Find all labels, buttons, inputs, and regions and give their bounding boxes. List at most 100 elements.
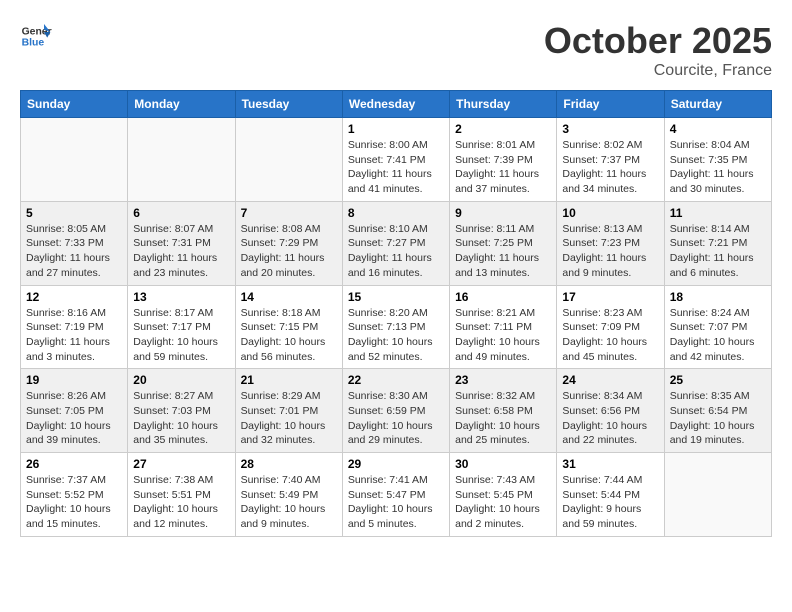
- table-row: [21, 118, 128, 202]
- day-number: 26: [26, 457, 122, 471]
- day-number: 5: [26, 206, 122, 220]
- day-info: Sunrise: 8:26 AM Sunset: 7:05 PM Dayligh…: [26, 389, 122, 448]
- calendar-week-row: 26 Sunrise: 7:37 AM Sunset: 5:52 PM Dayli…: [21, 453, 772, 537]
- day-info: Sunrise: 8:08 AM Sunset: 7:29 PM Dayligh…: [241, 222, 337, 281]
- table-row: 25 Sunrise: 8:35 AM Sunset: 6:54 PM Dayli…: [664, 369, 771, 453]
- day-info: Sunrise: 8:05 AM Sunset: 7:33 PM Dayligh…: [26, 222, 122, 281]
- table-row: 26 Sunrise: 7:37 AM Sunset: 5:52 PM Dayli…: [21, 453, 128, 537]
- day-number: 25: [670, 373, 766, 387]
- table-row: [128, 118, 235, 202]
- header-wednesday: Wednesday: [342, 91, 449, 118]
- page-header: General Blue October 2025 Courcite, Fran…: [20, 20, 772, 80]
- calendar-table: Sunday Monday Tuesday Wednesday Thursday…: [20, 90, 772, 537]
- day-info: Sunrise: 8:04 AM Sunset: 7:35 PM Dayligh…: [670, 138, 766, 197]
- day-info: Sunrise: 8:27 AM Sunset: 7:03 PM Dayligh…: [133, 389, 229, 448]
- table-row: 29Sunrise: 7:41 AM Sunset: 5:47 PM Dayli…: [342, 453, 449, 537]
- location: Courcite, France: [544, 62, 772, 80]
- table-row: 19 Sunrise: 8:26 AM Sunset: 7:05 PM Dayli…: [21, 369, 128, 453]
- header-saturday: Saturday: [664, 91, 771, 118]
- table-row: 11 Sunrise: 8:14 AM Sunset: 7:21 PM Dayli…: [664, 201, 771, 285]
- day-number: 19: [26, 373, 122, 387]
- day-info: Sunrise: 8:32 AM Sunset: 6:58 PM Dayligh…: [455, 389, 551, 448]
- day-info: Sunrise: 8:13 AM Sunset: 7:23 PM Dayligh…: [562, 222, 658, 281]
- day-number: 1: [348, 122, 444, 136]
- day-number: 3: [562, 122, 658, 136]
- day-info: Sunrise: 8:20 AM Sunset: 7:13 PM Dayligh…: [348, 306, 444, 365]
- table-row: 24 Sunrise: 8:34 AM Sunset: 6:56 PM Dayli…: [557, 369, 664, 453]
- day-number: 28: [241, 457, 337, 471]
- day-number: 15: [348, 290, 444, 304]
- day-info: Sunrise: 7:43 AM Sunset: 5:45 PM Dayligh…: [455, 473, 551, 532]
- day-number: 30: [455, 457, 551, 471]
- calendar-week-row: 12 Sunrise: 8:16 AM Sunset: 7:19 PM Dayli…: [21, 285, 772, 369]
- day-info: Sunrise: 8:10 AM Sunset: 7:27 PM Dayligh…: [348, 222, 444, 281]
- svg-text:Blue: Blue: [22, 38, 45, 49]
- day-info: Sunrise: 7:38 AM Sunset: 5:51 PM Dayligh…: [133, 473, 229, 532]
- table-row: 21 Sunrise: 8:29 AM Sunset: 7:01 PM Dayli…: [235, 369, 342, 453]
- day-info: Sunrise: 8:14 AM Sunset: 7:21 PM Dayligh…: [670, 222, 766, 281]
- day-info: Sunrise: 8:11 AM Sunset: 7:25 PM Dayligh…: [455, 222, 551, 281]
- table-row: 17 Sunrise: 8:23 AM Sunset: 7:09 PM Dayli…: [557, 285, 664, 369]
- day-info: Sunrise: 8:02 AM Sunset: 7:37 PM Dayligh…: [562, 138, 658, 197]
- header-monday: Monday: [128, 91, 235, 118]
- table-row: [664, 453, 771, 537]
- day-number: 16: [455, 290, 551, 304]
- table-row: [235, 118, 342, 202]
- header-thursday: Thursday: [450, 91, 557, 118]
- day-number: 22: [348, 373, 444, 387]
- header-friday: Friday: [557, 91, 664, 118]
- table-row: 28 Sunrise: 7:40 AM Sunset: 5:49 PM Dayli…: [235, 453, 342, 537]
- day-info: Sunrise: 8:35 AM Sunset: 6:54 PM Dayligh…: [670, 389, 766, 448]
- month-title: October 2025: [544, 20, 772, 62]
- day-number: 21: [241, 373, 337, 387]
- day-number: 31: [562, 457, 658, 471]
- day-number: 10: [562, 206, 658, 220]
- day-number: 23: [455, 373, 551, 387]
- day-number: 12: [26, 290, 122, 304]
- day-number: 6: [133, 206, 229, 220]
- table-row: 27 Sunrise: 7:38 AM Sunset: 5:51 PM Dayli…: [128, 453, 235, 537]
- day-info: Sunrise: 8:17 AM Sunset: 7:17 PM Dayligh…: [133, 306, 229, 365]
- day-number: 18: [670, 290, 766, 304]
- day-info: Sunrise: 8:23 AM Sunset: 7:09 PM Dayligh…: [562, 306, 658, 365]
- day-info: Sunrise: 8:21 AM Sunset: 7:11 PM Dayligh…: [455, 306, 551, 365]
- day-info: Sunrise: 8:30 AM Sunset: 6:59 PM Dayligh…: [348, 389, 444, 448]
- table-row: 3 Sunrise: 8:02 AM Sunset: 7:37 PM Daylig…: [557, 118, 664, 202]
- header-sunday: Sunday: [21, 91, 128, 118]
- day-number: 17: [562, 290, 658, 304]
- day-info: Sunrise: 8:29 AM Sunset: 7:01 PM Dayligh…: [241, 389, 337, 448]
- day-number: 13: [133, 290, 229, 304]
- day-number: 27: [133, 457, 229, 471]
- day-info: Sunrise: 7:40 AM Sunset: 5:49 PM Dayligh…: [241, 473, 337, 532]
- day-info: Sunrise: 8:18 AM Sunset: 7:15 PM Dayligh…: [241, 306, 337, 365]
- day-info: Sunrise: 8:34 AM Sunset: 6:56 PM Dayligh…: [562, 389, 658, 448]
- calendar-week-row: 5 Sunrise: 8:05 AM Sunset: 7:33 PM Daylig…: [21, 201, 772, 285]
- day-number: 24: [562, 373, 658, 387]
- table-row: 13 Sunrise: 8:17 AM Sunset: 7:17 PM Dayli…: [128, 285, 235, 369]
- day-info: Sunrise: 8:24 AM Sunset: 7:07 PM Dayligh…: [670, 306, 766, 365]
- table-row: 14Sunrise: 8:18 AM Sunset: 7:15 PM Dayli…: [235, 285, 342, 369]
- logo-icon: General Blue: [20, 20, 52, 52]
- calendar-header-row: Sunday Monday Tuesday Wednesday Thursday…: [21, 91, 772, 118]
- day-info: Sunrise: 8:07 AM Sunset: 7:31 PM Dayligh…: [133, 222, 229, 281]
- calendar-week-row: 19 Sunrise: 8:26 AM Sunset: 7:05 PM Dayli…: [21, 369, 772, 453]
- table-row: 10 Sunrise: 8:13 AM Sunset: 7:23 PM Dayli…: [557, 201, 664, 285]
- table-row: 30 Sunrise: 7:43 AM Sunset: 5:45 PM Dayli…: [450, 453, 557, 537]
- table-row: 5 Sunrise: 8:05 AM Sunset: 7:33 PM Daylig…: [21, 201, 128, 285]
- day-info: Sunrise: 7:37 AM Sunset: 5:52 PM Dayligh…: [26, 473, 122, 532]
- table-row: 4 Sunrise: 8:04 AM Sunset: 7:35 PM Daylig…: [664, 118, 771, 202]
- header-tuesday: Tuesday: [235, 91, 342, 118]
- table-row: 15 Sunrise: 8:20 AM Sunset: 7:13 PM Dayli…: [342, 285, 449, 369]
- day-info: Sunrise: 8:16 AM Sunset: 7:19 PM Dayligh…: [26, 306, 122, 365]
- table-row: 18 Sunrise: 8:24 AM Sunset: 7:07 PM Dayli…: [664, 285, 771, 369]
- day-info: Sunrise: 7:41 AM Sunset: 5:47 PM Dayligh…: [348, 473, 444, 532]
- table-row: 31Sunrise: 7:44 AM Sunset: 5:44 PM Dayli…: [557, 453, 664, 537]
- day-info: Sunrise: 8:00 AM Sunset: 7:41 PM Dayligh…: [348, 138, 444, 197]
- day-number: 11: [670, 206, 766, 220]
- table-row: 1 Sunrise: 8:00 AM Sunset: 7:41 PM Daylig…: [342, 118, 449, 202]
- table-row: 16 Sunrise: 8:21 AM Sunset: 7:11 PM Dayli…: [450, 285, 557, 369]
- day-number: 4: [670, 122, 766, 136]
- day-number: 7: [241, 206, 337, 220]
- table-row: 7 Sunrise: 8:08 AM Sunset: 7:29 PM Daylig…: [235, 201, 342, 285]
- table-row: 8Sunrise: 8:10 AM Sunset: 7:27 PM Daylig…: [342, 201, 449, 285]
